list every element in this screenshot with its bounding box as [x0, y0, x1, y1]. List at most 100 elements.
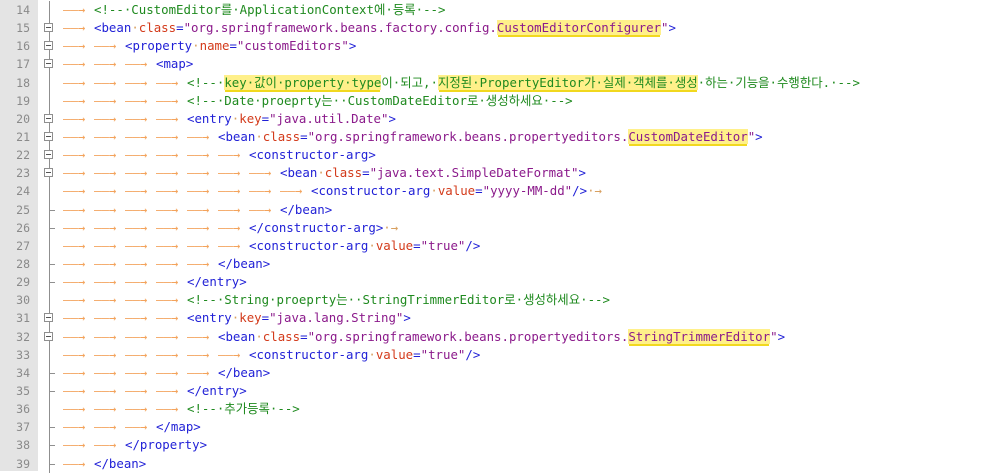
tab-arrow-icon: ——→: [125, 419, 148, 435]
code-line[interactable]: 17 ——→ ——→ ——→ <map>: [0, 55, 999, 74]
code-line[interactable]: 37 ——→ ——→ ——→ </map>: [0, 418, 999, 437]
code-text[interactable]: ——→ </bean>: [63, 455, 146, 473]
fold-toggle-icon[interactable]: [44, 127, 55, 147]
code-line[interactable]: 19 ——→ ——→ ——→ ——→ <!--·Date·proeprty는··Custo…: [0, 91, 999, 110]
code-line[interactable]: 32 ——→ ——→ ——→ ——→ ——→ <bean·class="org.spring…: [0, 327, 999, 346]
fold-toggle-icon[interactable]: [44, 146, 55, 165]
code-line[interactable]: 35 ——→ ——→ ——→ ——→ </entry>: [0, 381, 999, 401]
code-text[interactable]: ——→ ——→ ——→ ——→ ——→ ——→ <constructor-arg·value…: [63, 237, 480, 255]
code-text[interactable]: ——→ ——→ ——→ </map>: [63, 418, 201, 436]
code-text[interactable]: ——→ ——→ ——→ ——→ <entry·key="java.util.Date">: [63, 110, 396, 128]
line-number: 25: [16, 202, 30, 217]
tab-arrow-icon: ——→: [125, 165, 148, 181]
fold-guide: [44, 345, 55, 364]
code-text[interactable]: ——→ ——→ ——→ ——→ </entry>: [63, 273, 247, 291]
collapse-minus-icon[interactable]: [44, 168, 53, 178]
code-text[interactable]: ——→ <!--·CustomEditor를·ApplicationContext…: [63, 1, 445, 19]
line-number: 21: [16, 129, 30, 144]
code-token: <constructor-arg>: [249, 147, 376, 163]
code-text[interactable]: ——→ ——→ ——→ ——→ ——→ ——→ ——→ ——→ <constructor-arg…: [63, 182, 602, 200]
tab-arrow-icon: ——→: [94, 165, 117, 181]
fold-toggle-icon[interactable]: [44, 55, 55, 74]
code-line[interactable]: 24 ——→ ——→ ——→ ——→ ——→ ——→ ——→ ——→ <constructor-a…: [0, 182, 999, 201]
collapse-minus-icon[interactable]: [44, 113, 53, 123]
code-text[interactable]: ——→ ——→ ——→ ——→ ——→ ——→ </constructor-arg>·→: [63, 219, 398, 237]
tab-arrow-icon: ——→: [94, 147, 117, 163]
code-line[interactable]: 26 ——→ ——→ ——→ ——→ ——→ ——→ </constructor-arg>·→: [0, 218, 999, 237]
fold-toggle-icon[interactable]: [44, 37, 55, 56]
tab-arrow-icon: ——→: [63, 219, 86, 235]
collapse-minus-icon[interactable]: [44, 23, 53, 33]
code-line[interactable]: 38 ——→ ——→ </property>: [0, 436, 999, 455]
tab-arrow-icon: ——→: [63, 401, 86, 417]
code-line[interactable]: 28 ——→ ——→ ——→ ——→ ——→ </bean>: [0, 254, 999, 274]
tab-arrow-icon: ——→: [94, 56, 117, 72]
collapse-minus-icon[interactable]: [44, 41, 53, 51]
code-text[interactable]: ——→ ——→ ——→ ——→ ——→ <bean·class="org.springfr…: [63, 328, 785, 346]
code-text[interactable]: ——→ ——→ ——→ ——→ ——→ <bean·class="org.springfr…: [63, 128, 763, 146]
code-line[interactable]: 23 ——→ ——→ ——→ ——→ ——→ ——→ ——→ <bean·class="java…: [0, 164, 999, 183]
line-number: 29: [16, 275, 30, 290]
code-text[interactable]: ——→ ——→ ——→ ——→ ——→ ——→ ——→ </bean>: [63, 201, 332, 219]
code-line[interactable]: 21 ——→ ——→ ——→ ——→ ——→ <bean·class="org.spring…: [0, 127, 999, 147]
tab-arrow-icon: ——→: [63, 201, 86, 217]
code-token: <bean: [94, 20, 132, 36]
code-line[interactable]: 16 ——→ ——→ <property·name="customEditors">: [0, 37, 999, 56]
tab-arrow-icon: ——→: [156, 183, 179, 199]
tab-arrow-icon: ——→: [63, 92, 86, 108]
collapse-minus-icon[interactable]: [44, 313, 53, 323]
fold-toggle-icon[interactable]: [44, 19, 55, 38]
code-line[interactable]: 25 ——→ ——→ ——→ ——→ ——→ ——→ ——→ </bean>: [0, 200, 999, 219]
code-line[interactable]: 33 ——→ ——→ ——→ ——→ ——→ ——→ <constructor-arg·val…: [0, 345, 999, 364]
fold-toggle-icon[interactable]: [44, 309, 55, 328]
collapse-minus-icon[interactable]: [44, 131, 53, 141]
code-line[interactable]: 27 ——→ ——→ ——→ ——→ ——→ ——→ <constructor-arg·val…: [0, 236, 999, 255]
line-number: 19: [16, 93, 30, 108]
fold-guide: [44, 73, 55, 92]
code-line[interactable]: 14 ——→ <!--·CustomEditor를·ApplicationConte…: [0, 1, 999, 20]
code-text[interactable]: ——→ ——→ ——→ ——→ <!--·String·proeprty는··Strin…: [63, 291, 610, 309]
code-text[interactable]: ——→ ——→ ——→ ——→ ——→ </bean>: [63, 255, 270, 273]
fold-toggle-icon[interactable]: [44, 327, 55, 346]
line-number: 23: [16, 166, 30, 181]
fold-toggle-icon[interactable]: [44, 164, 55, 183]
code-token: ·: [368, 346, 376, 362]
tab-arrow-icon: ——→: [218, 219, 241, 235]
code-text[interactable]: ——→ ——→ ——→ <map>: [63, 55, 193, 73]
tab-arrow-icon: ——→: [249, 183, 272, 199]
code-text[interactable]: ——→ ——→ ——→ ——→ </entry>: [63, 382, 247, 400]
code-line[interactable]: 18 ——→ ——→ ——→ ——→ <!--·key·값이·property·type이…: [0, 73, 999, 92]
code-text[interactable]: ——→ ——→ </property>: [63, 436, 207, 454]
tab-arrow-icon: ——→: [63, 292, 86, 308]
code-line[interactable]: 30 ——→ ——→ ——→ ——→ <!--·String·proeprty는··Str…: [0, 291, 999, 310]
collapse-minus-icon[interactable]: [44, 331, 53, 341]
code-line[interactable]: 39 ——→ </bean>: [0, 454, 999, 473]
code-text[interactable]: ——→ ——→ ——→ ——→ <entry·key="java.lang.String…: [63, 309, 411, 327]
line-number: 24: [16, 184, 30, 199]
code-line[interactable]: 20 ——→ ——→ ——→ ——→ <entry·key="java.util.Date…: [0, 109, 999, 128]
code-text[interactable]: ——→ ——→ ——→ ——→ <!--·추가등록·-->: [63, 400, 300, 418]
code-line[interactable]: 31 ——→ ——→ ——→ ——→ <entry·key="java.lang.Stri…: [0, 309, 999, 328]
tab-arrow-icon: ——→: [63, 419, 86, 435]
fold-toggle-icon[interactable]: [44, 109, 55, 128]
code-line[interactable]: 34 ——→ ——→ ——→ ——→ ——→ </bean>: [0, 363, 999, 382]
code-line[interactable]: 36 ——→ ——→ ——→ ——→ <!--·추가등록·-->: [0, 400, 999, 419]
code-token: "org.springframework.beans.factory.confi…: [183, 20, 497, 36]
code-line[interactable]: 15 ——→ <bean·class="org.springframework.be…: [0, 19, 999, 38]
code-line[interactable]: 29 ——→ ——→ ——→ ——→ </entry>: [0, 273, 999, 292]
tab-arrow-icon: ——→: [63, 346, 86, 362]
code-text[interactable]: ——→ ——→ <property·name="customEditors">: [63, 37, 356, 55]
code-editor[interactable]: 14 ——→ <!--·CustomEditor를·ApplicationConte…: [0, 1, 999, 473]
collapse-minus-icon[interactable]: [44, 150, 53, 160]
code-line[interactable]: 22 ——→ ——→ ——→ ——→ ——→ ——→ <constructor-arg>: [0, 146, 999, 165]
collapse-minus-icon[interactable]: [44, 59, 53, 69]
code-text[interactable]: ——→ ——→ ——→ ——→ <!--·Date·proeprty는··CustomD…: [63, 92, 573, 110]
code-text[interactable]: ——→ ——→ ——→ ——→ ——→ ——→ <constructor-arg>: [63, 146, 376, 164]
code-text[interactable]: ——→ ——→ ——→ ——→ ——→ ——→ <constructor-arg·value…: [63, 346, 480, 364]
code-text[interactable]: ——→ <bean·class="org.springframework.bean…: [63, 19, 676, 37]
code-text[interactable]: ——→ ——→ ——→ ——→ <!--·key·값이·property·type이·되…: [63, 74, 860, 92]
tab-arrow-icon: ——→: [94, 38, 117, 54]
code-text[interactable]: ——→ ——→ ——→ ——→ ——→ </bean>: [63, 364, 270, 382]
tab-arrow-icon: ——→: [280, 183, 303, 199]
code-text[interactable]: ——→ ——→ ——→ ——→ ——→ ——→ ——→ <bean·class="java.t…: [63, 164, 586, 182]
